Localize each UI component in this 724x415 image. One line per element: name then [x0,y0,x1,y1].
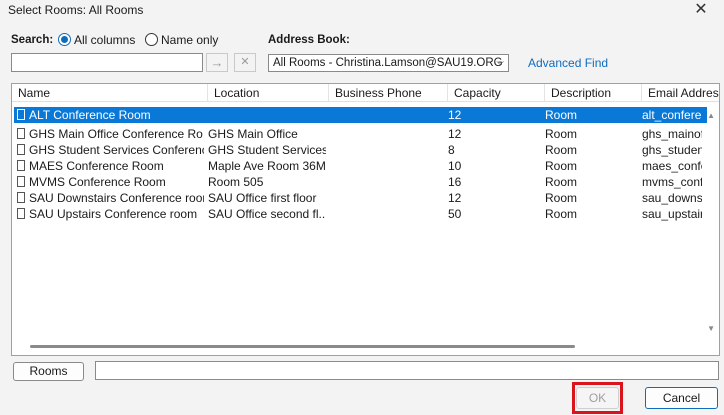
cell-phone [329,142,445,158]
cell-capacity: 50 [448,207,462,221]
cell-location: GHS Student Services [208,143,326,157]
room-icon [17,192,25,203]
column-header-location[interactable]: Location [208,84,329,102]
cell-email: sau_downstair [642,191,702,205]
cell-capacity: 8 [448,143,455,157]
cell-email: sau_upstairs [642,207,702,221]
column-header-email-address[interactable]: Email Address [642,84,719,102]
scroll-down-arrow[interactable]: ▼ [707,324,715,333]
radio-name-only[interactable] [145,33,158,46]
address-book-label: Address Book: [268,34,350,46]
cell-name: MVMS Conference Room [29,175,166,189]
room-icon [17,109,25,120]
cell-description: Room [545,143,578,157]
cell-email: maes_confere [642,159,702,173]
close-icon[interactable]: ✕ [692,1,710,19]
column-header-name[interactable]: Name [12,84,208,102]
table-row[interactable]: MAES Conference Room Maple Ave Room 36M … [14,158,707,174]
rooms-list[interactable]: Name Location Business Phone Capacity De… [11,83,720,356]
title-bar: Select Rooms: All Rooms ✕ [0,0,724,22]
cell-phone [329,190,445,206]
list-header: Name Location Business Phone Capacity De… [12,84,719,102]
cancel-button[interactable]: Cancel [645,387,718,409]
column-header-business-phone[interactable]: Business Phone [329,84,448,102]
chevron-down-icon: ⌵ [496,57,504,68]
radio-name-only-label[interactable]: Name only [161,33,218,47]
cell-phone [329,206,445,222]
rooms-button[interactable]: Rooms [13,362,84,381]
cell-email: mvms_confere [642,175,702,189]
cell-name: SAU Downstairs Conference room [29,191,204,205]
room-icon [17,208,25,219]
cell-location [208,107,326,123]
cell-location: Maple Ave Room 36M [208,159,326,173]
scroll-up-arrow[interactable]: ▲ [707,111,715,120]
horizontal-scrollbar[interactable] [30,345,575,348]
clear-search-icon[interactable]: ✕ [234,53,256,72]
cell-description: Room [545,191,578,205]
address-book-value: All Rooms - Christina.Lamson@SAU19.ORG [273,57,503,69]
table-row[interactable]: GHS Student Services Conferenc... GHS St… [14,142,707,158]
room-icon [17,144,25,155]
table-row[interactable]: MVMS Conference Room Room 505 16 Room mv… [14,174,707,190]
cell-location: SAU Office first floor [208,191,317,205]
column-header-description[interactable]: Description [545,84,642,102]
cell-location: SAU Office second fl... [208,207,326,221]
window-title: Select Rooms: All Rooms [8,3,144,17]
table-row[interactable]: SAU Downstairs Conference room SAU Offic… [14,190,707,206]
cell-email: ghs_mainoffi [642,127,702,141]
table-row[interactable]: SAU Upstairs Conference room SAU Office … [14,206,707,222]
cell-phone [329,174,445,190]
cell-name: GHS Student Services Conferenc... [29,143,204,157]
search-label: Search: [11,34,54,46]
cell-phone [329,107,445,123]
cell-phone [329,126,445,142]
cell-description: Room [545,175,578,189]
cell-name: ALT Conference Room [29,108,151,122]
room-icon [17,160,25,171]
cell-name: SAU Upstairs Conference room [29,207,198,221]
address-book-dropdown[interactable]: All Rooms - Christina.Lamson@SAU19.ORG ⌵ [268,54,509,72]
go-arrow-icon[interactable]: → [206,53,228,72]
cell-email: alt_conference [642,108,702,122]
cell-capacity: 12 [448,191,462,205]
radio-all-columns[interactable] [58,33,71,46]
cell-capacity: 12 [448,127,462,141]
cell-name: GHS Main Office Conference Ro... [29,127,204,141]
cell-description: Room [545,127,578,141]
cell-phone [329,158,445,174]
room-icon [17,176,25,187]
ok-highlight-box [572,382,623,414]
cell-capacity: 16 [448,175,462,189]
rooms-field[interactable] [95,361,719,380]
column-header-capacity[interactable]: Capacity [448,84,545,102]
cell-name: MAES Conference Room [29,159,164,173]
cell-capacity: 12 [448,108,462,122]
cell-description: Room [545,207,578,221]
cell-description: Room [545,108,578,122]
room-icon [17,128,25,139]
cell-location: GHS Main Office [208,127,298,141]
radio-all-columns-label[interactable]: All columns [74,33,135,47]
advanced-find-link[interactable]: Advanced Find [528,56,608,70]
cell-location: Room 505 [208,175,264,189]
cell-capacity: 10 [448,159,462,173]
table-row[interactable]: ALT Conference Room 12 Room alt_conferen… [14,107,707,123]
cell-description: Room [545,159,578,173]
search-input[interactable] [11,53,203,72]
cell-email: ghs_studentse [642,143,702,157]
table-row[interactable]: GHS Main Office Conference Ro... GHS Mai… [14,126,707,142]
